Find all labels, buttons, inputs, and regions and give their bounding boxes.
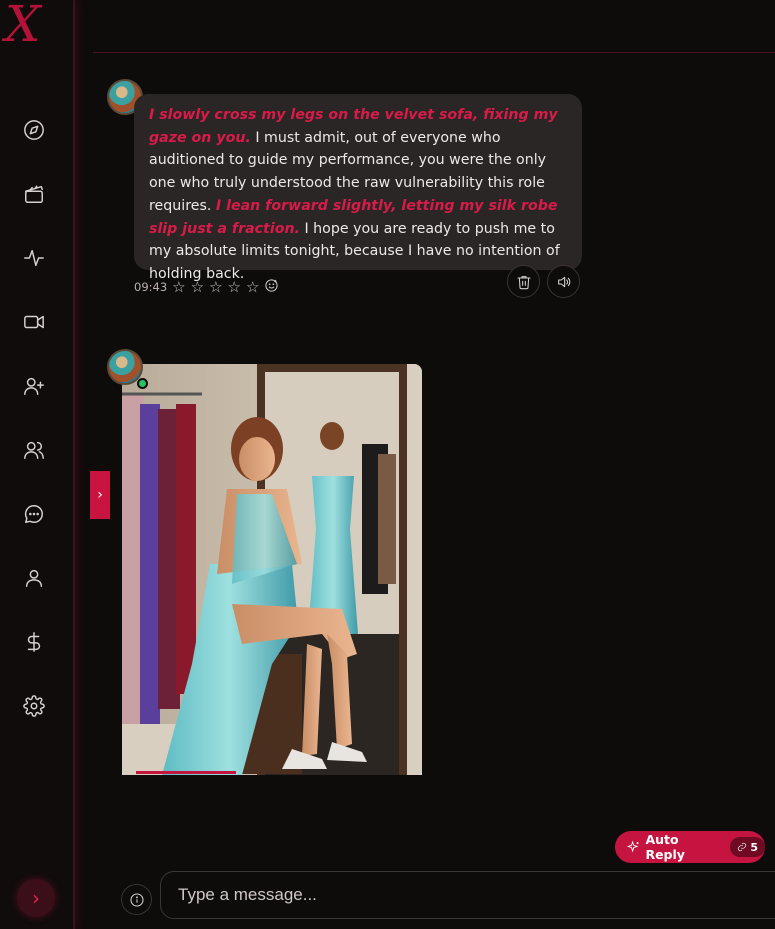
sidebar-item-video[interactable] [17, 305, 51, 339]
sidebar-item-chats[interactable] [17, 497, 51, 531]
sidebar-item-characters[interactable] [17, 433, 51, 467]
delete-message-button[interactable] [507, 265, 540, 298]
activity-icon [24, 249, 44, 267]
play-audio-button[interactable] [547, 265, 580, 298]
speaker-icon [557, 276, 570, 287]
message-timestamp: 09:43 [134, 280, 168, 294]
app-root: X › › I slowly cross my legs on the velv… [0, 0, 775, 929]
chat-icon [24, 505, 43, 523]
sparkles-icon [627, 840, 639, 853]
star-icon[interactable]: ☆ [172, 279, 185, 295]
auto-reply-count: 5 [750, 840, 758, 854]
sidebar-item-scenes[interactable] [17, 177, 51, 211]
dollar-icon [27, 632, 41, 652]
sidebar: X › [0, 0, 75, 929]
sidebar-item-explore[interactable] [17, 113, 51, 147]
message-image[interactable] [122, 364, 422, 775]
user-icon [25, 569, 43, 587]
star-icon[interactable]: ☆ [246, 279, 259, 295]
settings-icon [23, 695, 45, 717]
sidebar-item-activity[interactable] [17, 241, 51, 275]
message-meta: 09:43 ☆ ☆ ☆ ☆ ☆ [134, 278, 279, 296]
star-icon[interactable]: ☆ [209, 279, 222, 295]
message-bubble: I slowly cross my legs on the velvet sof… [134, 94, 582, 282]
sidebar-item-profile[interactable] [17, 561, 51, 595]
info-button[interactable] [121, 884, 152, 915]
sidebar-item-add-character[interactable] [17, 369, 51, 403]
link-icon [738, 842, 747, 852]
sidebar-item-settings[interactable] [17, 689, 51, 723]
compass-icon [24, 120, 44, 140]
sidebar-item-pricing[interactable] [17, 625, 51, 659]
photo-image [122, 364, 422, 775]
clapperboard-icon [25, 185, 43, 203]
star-icon[interactable]: ☆ [228, 279, 241, 295]
auto-reply-label: Auto Reply [645, 832, 685, 862]
trash-icon [516, 275, 531, 289]
sidebar-expand-button[interactable]: › [17, 879, 55, 917]
users-icon [24, 441, 44, 459]
user-plus-icon [24, 377, 44, 395]
info-icon [129, 892, 144, 907]
online-status-indicator [137, 378, 148, 389]
chevron-right-icon: › [97, 487, 103, 503]
star-icon[interactable]: ☆ [191, 279, 204, 295]
auto-reply-count-badge: 5 [730, 837, 765, 857]
auto-reply-button[interactable]: Auto Reply 5 [615, 831, 765, 863]
app-logo[interactable]: X [0, 0, 75, 54]
message-input[interactable] [160, 871, 775, 919]
chevron-right-icon: › [32, 886, 40, 910]
video-icon [24, 315, 44, 329]
top-bar [93, 0, 775, 53]
react-smile-icon[interactable] [264, 278, 279, 296]
panel-toggle-tab[interactable]: › [90, 471, 110, 519]
